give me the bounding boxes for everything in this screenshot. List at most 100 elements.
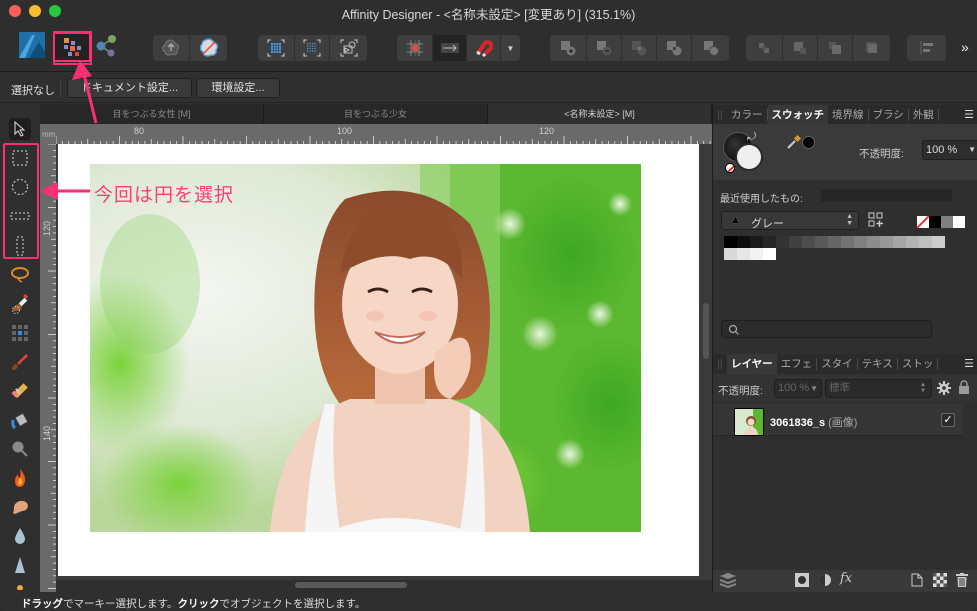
force-pixel-alignment-button[interactable] bbox=[433, 35, 467, 61]
add-swatch-icon[interactable] bbox=[868, 212, 884, 228]
gray-swatch[interactable] bbox=[906, 236, 919, 248]
tab-styles[interactable]: スタイ bbox=[817, 358, 858, 370]
gray-swatch[interactable] bbox=[737, 248, 750, 260]
blend-mode-dropdown[interactable]: 標準 ▲ ▼ bbox=[825, 379, 932, 398]
layer-row[interactable]: 3061836_s (画像) ✓ bbox=[713, 404, 963, 436]
smudge-brush-tool[interactable] bbox=[9, 496, 31, 518]
quick-swatch[interactable] bbox=[953, 216, 965, 228]
designer-persona-button[interactable] bbox=[19, 32, 49, 62]
mask-layer-icon[interactable] bbox=[795, 573, 809, 587]
tab-effects[interactable]: エフェ bbox=[777, 358, 818, 370]
horizontal-ruler[interactable]: 80 100 120 bbox=[40, 124, 712, 144]
ruler-origin[interactable]: mm bbox=[40, 124, 56, 144]
pixel-grid-button[interactable] bbox=[295, 35, 330, 61]
paint-brush-tool[interactable] bbox=[9, 351, 31, 373]
tab-brushes[interactable]: ブラシ bbox=[869, 109, 909, 121]
palette-dropdown[interactable]: ▲ グレー ▲ ▼ bbox=[721, 211, 859, 230]
zoom-tool[interactable] bbox=[9, 438, 31, 460]
snap-grid-button[interactable] bbox=[397, 35, 433, 61]
gray-swatch[interactable] bbox=[893, 236, 906, 248]
panel-menu-icon[interactable]: ☰ bbox=[964, 357, 974, 370]
horizontal-scrollbar[interactable] bbox=[295, 582, 407, 588]
tab-stock[interactable]: ストッ bbox=[898, 358, 939, 370]
photo-layer[interactable] bbox=[90, 164, 641, 532]
artboard[interactable] bbox=[58, 144, 699, 576]
layer-visibility-checkbox[interactable]: ✓ bbox=[941, 413, 955, 427]
gear-icon[interactable] bbox=[937, 381, 951, 395]
fill-tool[interactable] bbox=[9, 409, 31, 431]
move-to-back-button[interactable] bbox=[746, 35, 783, 61]
move-forward-one-button[interactable] bbox=[818, 35, 853, 61]
layers-stack-icon[interactable] bbox=[718, 572, 738, 590]
gray-swatch[interactable] bbox=[854, 236, 867, 248]
gray-swatch[interactable] bbox=[880, 236, 893, 248]
snapping-toggle-button[interactable] bbox=[467, 35, 501, 61]
isolate-button[interactable] bbox=[153, 35, 190, 61]
move-back-one-button[interactable] bbox=[783, 35, 818, 61]
add-boolean-button[interactable] bbox=[550, 35, 587, 61]
gray-swatch[interactable] bbox=[932, 236, 945, 248]
new-layer-icon[interactable] bbox=[911, 573, 923, 587]
eyedropper-icon[interactable] bbox=[786, 134, 802, 150]
gray-swatch[interactable] bbox=[828, 236, 841, 248]
dodge-brush-tool[interactable] bbox=[9, 582, 31, 590]
flood-select-tool[interactable] bbox=[9, 322, 31, 344]
blur-brush-tool[interactable] bbox=[9, 525, 31, 547]
gray-swatch[interactable] bbox=[867, 236, 880, 248]
gray-swatch[interactable] bbox=[763, 248, 776, 260]
gray-swatch[interactable] bbox=[737, 236, 750, 248]
gray-swatch[interactable] bbox=[841, 236, 854, 248]
gray-swatch[interactable] bbox=[776, 236, 789, 248]
swap-colors-icon[interactable]: ⤾ bbox=[747, 131, 756, 144]
snap-pixel-button[interactable] bbox=[258, 35, 295, 61]
preferences-button[interactable]: 環境設定... bbox=[196, 78, 280, 98]
gray-swatch[interactable] bbox=[750, 248, 763, 260]
doc-tab-2[interactable]: 目をつぶる少女 bbox=[264, 104, 488, 124]
selection-brush-tool[interactable] bbox=[9, 293, 31, 315]
xor-boolean-button[interactable] bbox=[657, 35, 692, 61]
effects-fx-icon[interactable]: fx bbox=[840, 571, 852, 586]
pencil-tool[interactable] bbox=[9, 380, 31, 402]
gray-swatch[interactable] bbox=[724, 248, 737, 260]
canvas[interactable] bbox=[56, 144, 712, 580]
gray-swatch[interactable] bbox=[789, 236, 802, 248]
stroke-color-well[interactable] bbox=[735, 143, 763, 171]
toolbar-overflow-button[interactable]: » bbox=[961, 39, 969, 55]
freehand-selection-tool[interactable] bbox=[9, 264, 31, 286]
divide-boolean-button[interactable] bbox=[692, 35, 729, 61]
gray-swatch[interactable] bbox=[750, 236, 763, 248]
layer-opacity-dropdown[interactable]: 100 % ▼ bbox=[774, 379, 822, 398]
intersect-boolean-button[interactable] bbox=[622, 35, 657, 61]
adjustment-layer-icon[interactable] bbox=[818, 573, 832, 587]
none-swatch[interactable] bbox=[917, 216, 929, 228]
quick-swatch[interactable] bbox=[929, 216, 941, 228]
opacity-dropdown[interactable]: 100 % ▼ bbox=[922, 140, 977, 160]
gray-swatch[interactable] bbox=[919, 236, 932, 248]
tab-swatches[interactable]: スウォッチ bbox=[767, 105, 828, 125]
gray-swatch[interactable] bbox=[802, 236, 815, 248]
swatch-search-input[interactable] bbox=[721, 320, 932, 338]
sharpen-brush-tool[interactable] bbox=[9, 554, 31, 576]
new-pixel-layer-icon[interactable] bbox=[933, 573, 947, 587]
vertical-ruler[interactable]: 120 140 bbox=[40, 144, 56, 592]
panel-grip-icon[interactable]: || bbox=[713, 359, 727, 370]
trash-icon[interactable] bbox=[956, 573, 968, 587]
transform-objects-button[interactable] bbox=[330, 35, 367, 61]
tab-color[interactable]: カラー bbox=[727, 109, 768, 121]
quick-swatch[interactable] bbox=[941, 216, 953, 228]
tab-stroke[interactable]: 境界線 bbox=[828, 109, 869, 121]
no-color-icon[interactable] bbox=[725, 163, 735, 173]
gray-swatch[interactable] bbox=[815, 236, 828, 248]
tab-layers[interactable]: レイヤー bbox=[727, 354, 777, 374]
gray-swatch[interactable] bbox=[763, 236, 776, 248]
snapping-options-dropdown[interactable]: ▼ bbox=[501, 35, 520, 61]
burn-brush-tool[interactable] bbox=[9, 467, 31, 489]
move-to-front-button[interactable] bbox=[853, 35, 890, 61]
align-button[interactable] bbox=[907, 35, 946, 61]
panel-menu-icon[interactable]: ☰ bbox=[964, 108, 974, 121]
picked-color-swatch[interactable] bbox=[802, 136, 815, 149]
clear-isolation-button[interactable] bbox=[190, 35, 227, 61]
tab-text-styles[interactable]: テキス bbox=[858, 358, 898, 370]
lock-icon[interactable] bbox=[958, 380, 970, 394]
doc-tab-3[interactable]: <名称未設定> [M] bbox=[488, 104, 712, 124]
